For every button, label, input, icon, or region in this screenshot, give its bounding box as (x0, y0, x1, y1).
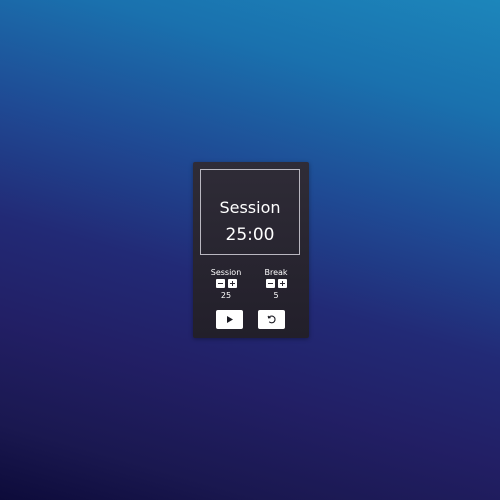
timer-display: Session 25:00 (200, 169, 300, 255)
session-control: Session 25 (206, 268, 246, 301)
play-button[interactable] (216, 310, 243, 329)
break-label: Break (264, 268, 288, 277)
break-decrement-button[interactable] (265, 279, 275, 288)
timer-mode-label: Session (219, 198, 281, 217)
session-stepper (206, 279, 246, 290)
session-length-value: 25 (220, 291, 232, 300)
reset-icon (267, 315, 276, 324)
page-background: { "timer": { "mode": "Session", "time": … (0, 0, 500, 500)
session-increment-button[interactable] (227, 279, 237, 288)
break-increment-button[interactable] (277, 279, 287, 288)
break-control: Break 5 (256, 268, 296, 301)
play-icon (227, 316, 233, 323)
timer-time: 25:00 (225, 225, 275, 245)
session-label: Session (210, 268, 242, 277)
reset-button[interactable] (258, 310, 285, 329)
session-decrement-button[interactable] (215, 279, 225, 288)
break-stepper (256, 279, 296, 290)
pomodoro-card: Session 25:00 Session 25 Break 5 (193, 162, 309, 338)
break-length-value: 5 (273, 291, 279, 300)
